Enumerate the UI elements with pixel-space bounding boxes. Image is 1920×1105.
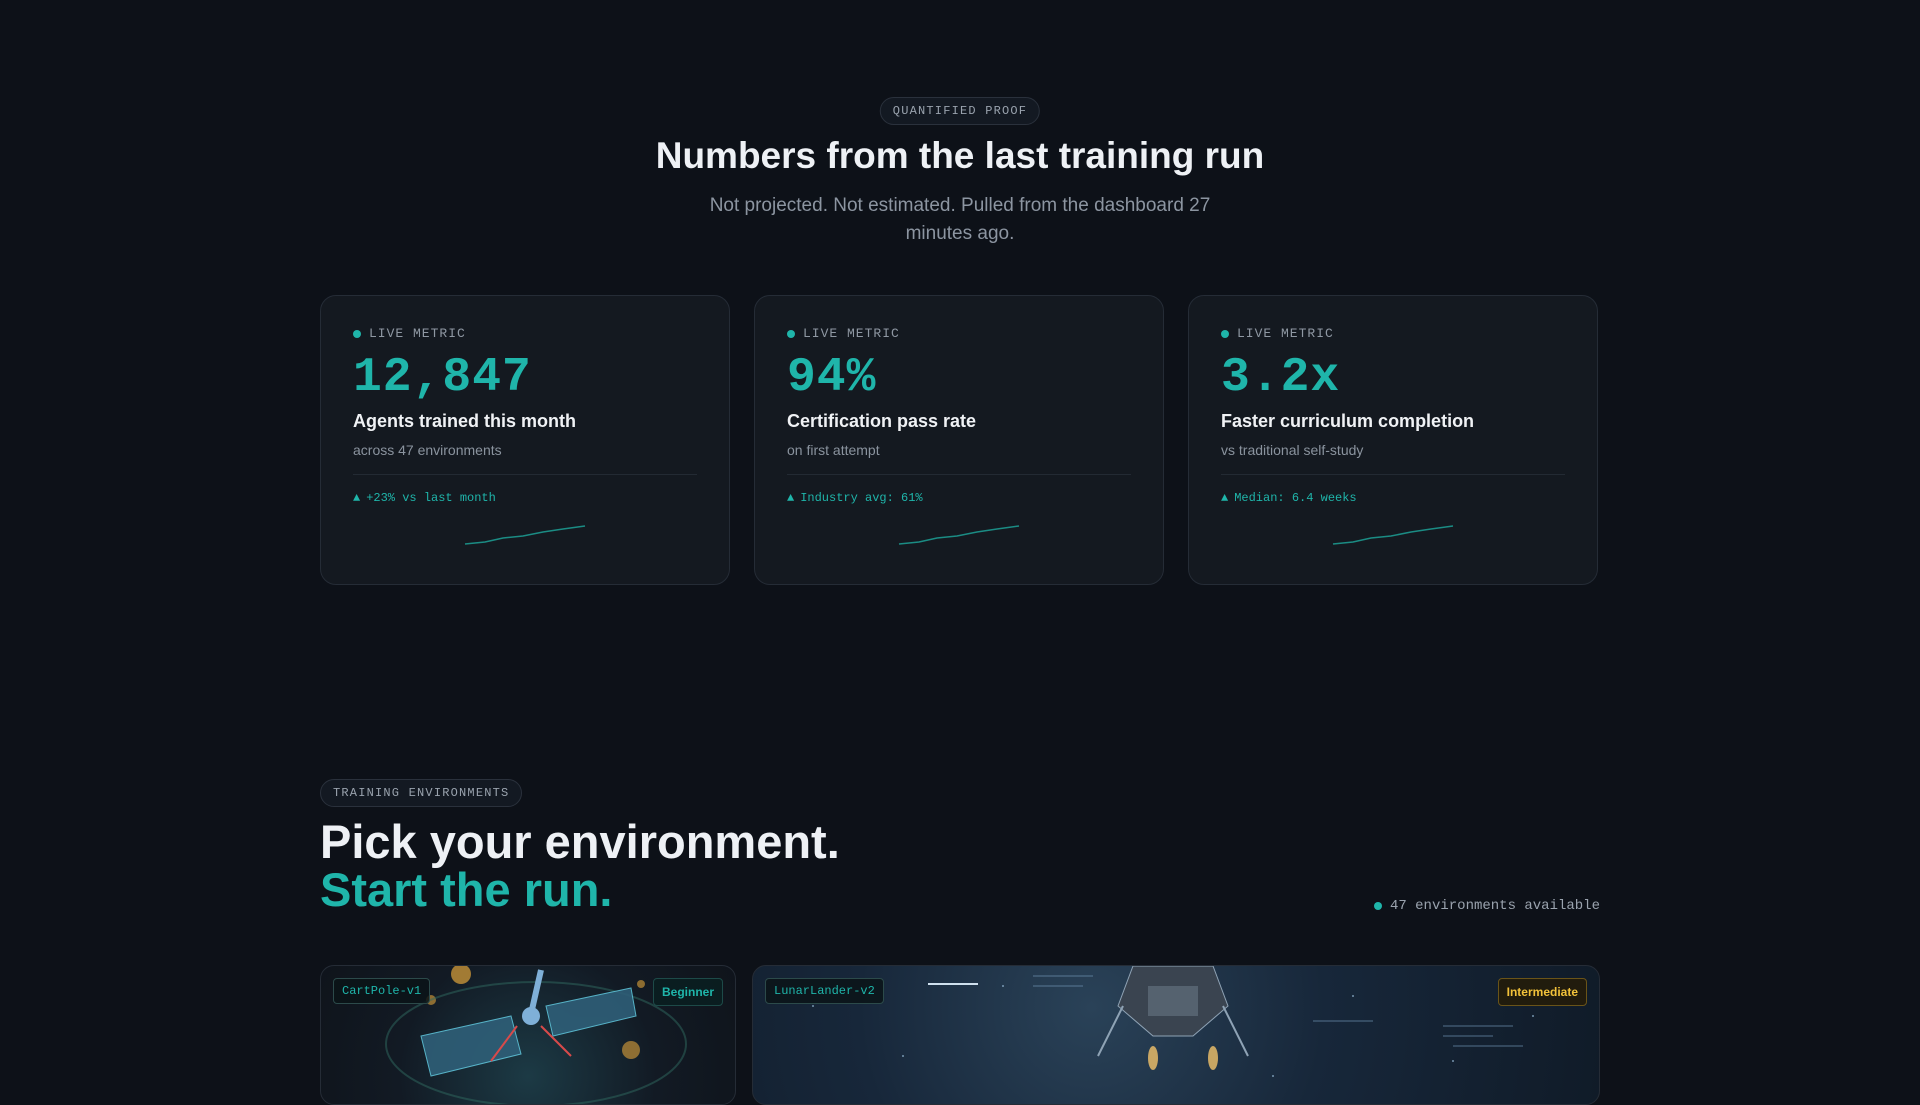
metric-card-certification: LIVE METRIC 94% Certification pass rate … [754,295,1164,585]
environment-count-text: 47 environments available [1389,898,1600,914]
metric-card-agents: LIVE METRIC 12,847 Agents trained this m… [320,295,730,585]
environment-card-lunarlander[interactable]: LunarLander-v2 Intermediate [752,965,1600,1105]
metric-trend-text: +23% vs last month [366,491,496,505]
metric-trend: ▲ Industry avg: 61% [787,491,1131,505]
metric-detail: across 47 environments [353,442,502,458]
divider [787,474,1131,475]
live-metric-label: LIVE METRIC [369,326,466,341]
metric-detail: vs traditional self-study [1221,442,1364,458]
metric-value: 3.2x [1221,351,1341,405]
section-title: Numbers from the last training run [655,135,1265,176]
live-metric-label: LIVE METRIC [1237,326,1334,341]
sparkline [464,525,586,545]
metric-label: Certification pass rate [787,411,977,431]
divider [353,474,697,475]
title-line-2: Start the run. [320,863,613,916]
metric-trend: ▲ +23% vs last month [353,491,697,505]
section-eyebrow: TRAINING ENVIRONMENTS [320,779,523,807]
environment-name-tag: CartPole-v1 [333,978,431,1004]
metric-trend-text: Industry avg: 61% [800,491,923,505]
sparkline [1332,525,1454,545]
sparkline [898,525,1020,545]
live-metric-tag: LIVE METRIC [787,326,1131,341]
section-title: Pick your environment. Start the run. [320,818,840,914]
metric-label: Agents trained this month [353,411,577,431]
metric-value: 94% [787,351,877,405]
live-metric-tag: LIVE METRIC [353,326,697,341]
status-dot-icon [1373,902,1382,910]
metric-cards: LIVE METRIC 12,847 Agents trained this m… [320,295,1600,585]
section-eyebrow: QUANTIFIED PROOF [879,97,1041,125]
live-dot-icon [353,329,361,338]
metric-card-curriculum: LIVE METRIC 3.2x Faster curriculum compl… [1188,295,1598,585]
live-metric-tag: LIVE METRIC [1221,326,1565,341]
live-dot-icon [1221,329,1229,338]
environment-card-cartpole[interactable]: CartPole-v1 Beginner [320,965,736,1105]
triangle-up-icon: ▲ [787,491,795,505]
triangle-up-icon: ▲ [353,491,361,505]
environment-cards: CartPole-v1 Beginner LunarLander-v2 Inte… [320,965,1600,1105]
divider [1221,474,1565,475]
metric-label: Faster curriculum completion [1221,411,1475,431]
title-line-1: Pick your environment. [320,815,840,868]
metric-trend-text: Median: 6.4 weeks [1234,491,1357,505]
metric-value: 12,847 [353,351,532,405]
environment-name-tag: LunarLander-v2 [765,978,884,1004]
difficulty-badge: Intermediate [1497,978,1587,1006]
metric-trend: ▲ Median: 6.4 weeks [1221,491,1565,505]
live-metric-label: LIVE METRIC [803,326,900,341]
triangle-up-icon: ▲ [1221,491,1229,505]
metric-detail: on first attempt [787,442,880,458]
difficulty-badge: Beginner [652,978,723,1006]
section-subtitle: Not projected. Not estimated. Pulled fro… [709,195,1211,244]
environment-count: 47 environments available [1373,898,1600,914]
live-dot-icon [787,329,795,338]
